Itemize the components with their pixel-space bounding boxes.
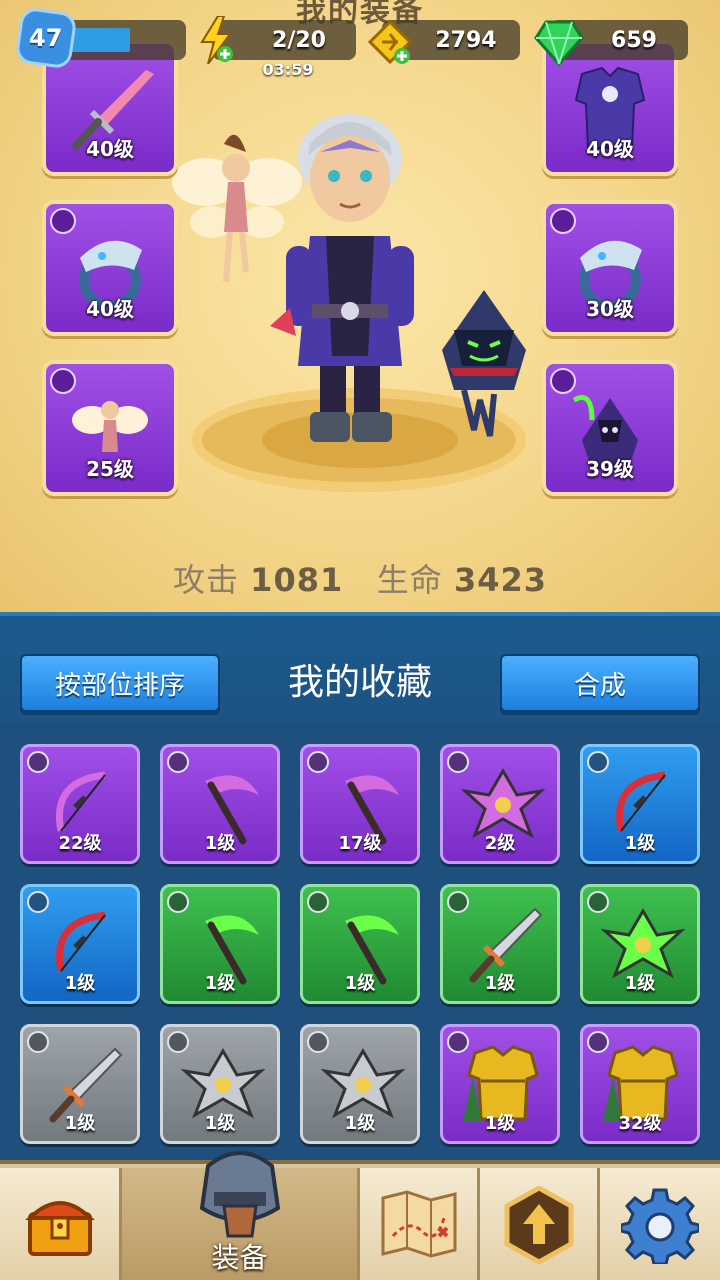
gold-add-icon[interactable] <box>366 18 414 66</box>
armor-nav-icon <box>199 1151 280 1238</box>
item-level: 1级 <box>484 1113 516 1134</box>
item-level: 32级 <box>618 1113 662 1134</box>
fairy-pet <box>172 134 302 283</box>
hero-stats: 攻击 1081 生命 3423 <box>0 555 720 601</box>
merge-button[interactable]: 合成 <box>500 654 700 712</box>
item-level: 1级 <box>204 833 236 854</box>
gear-icon <box>621 1188 699 1264</box>
item-level: 1级 <box>204 1113 236 1134</box>
hp-value: 3423 <box>453 561 547 599</box>
energy-timer: 03:59 <box>262 60 314 79</box>
nav-chest-button[interactable] <box>0 1168 122 1280</box>
map-icon <box>381 1190 456 1258</box>
attack-label: 攻击 <box>172 561 239 599</box>
inventory-item[interactable]: 1级 <box>160 1024 280 1144</box>
inventory-item[interactable]: 1级 <box>300 1024 420 1144</box>
collection-header: 按部位排序 我的收藏 合成 <box>0 612 720 724</box>
inventory-item[interactable]: 2级 <box>440 744 560 864</box>
inventory-item[interactable]: 1级 <box>160 744 280 864</box>
inventory-item[interactable]: 1级 <box>20 1024 140 1144</box>
slot-level: 40级 <box>86 297 134 321</box>
inventory-item[interactable]: 17级 <box>300 744 420 864</box>
nav-equip-label: 装备 <box>211 1241 268 1274</box>
equip-slot-pet-right[interactable]: 39级 <box>542 360 678 496</box>
nav-upgrade-button[interactable] <box>480 1168 600 1280</box>
player-level-badge[interactable]: 47 <box>14 6 78 70</box>
item-level: 1级 <box>624 973 656 994</box>
inventory-item[interactable]: 32级 <box>580 1024 700 1144</box>
item-level: 2级 <box>484 833 516 854</box>
item-level: 1级 <box>344 973 376 994</box>
sort-by-slot-button[interactable]: 按部位排序 <box>20 654 220 712</box>
item-level: 17级 <box>338 833 382 854</box>
gem-add-icon[interactable] <box>534 18 584 66</box>
xp-bar-fill <box>70 28 130 52</box>
equipment-panel: 我的装备 40级 40级 40级 30级 25级 39级 47 2/20 03:… <box>0 0 720 612</box>
nav-map-button[interactable] <box>360 1168 480 1280</box>
item-level: 1级 <box>484 973 516 994</box>
item-level: 1级 <box>624 833 656 854</box>
inventory-item[interactable]: 1级 <box>300 884 420 1004</box>
inventory-item[interactable]: 1级 <box>580 884 700 1004</box>
ghost-pet <box>442 290 526 437</box>
item-level: 22级 <box>58 833 102 854</box>
equip-slot-ring-right[interactable]: 30级 <box>542 200 678 336</box>
inventory-item[interactable]: 1级 <box>580 744 700 864</box>
item-level: 1级 <box>204 973 236 994</box>
inventory-grid: 22级 1级 17级 2级 1级 1级 1级 1级 1级 1级 1级 1级 1级 1级 32级 <box>0 724 720 1160</box>
item-level: 1级 <box>344 1113 376 1134</box>
treasure-chest-icon <box>24 1201 95 1256</box>
nav-equip-button[interactable]: 装备 <box>122 1151 360 1280</box>
inventory-item[interactable]: 1级 <box>20 884 140 1004</box>
hp-label: 生命 <box>376 561 443 599</box>
slot-level: 40级 <box>586 137 634 161</box>
collection-title: 我的收藏 <box>287 662 432 703</box>
equip-slot-pet-left[interactable]: 25级 <box>42 360 178 496</box>
attack-value: 1081 <box>250 561 344 599</box>
equip-slot-ring-left[interactable]: 40级 <box>42 200 178 336</box>
item-level: 1级 <box>64 1113 96 1134</box>
slot-level: 25级 <box>86 457 134 481</box>
slot-level: 39级 <box>586 457 634 481</box>
bottom-navigation: 装备 <box>0 1151 720 1280</box>
nav-settings-button[interactable] <box>600 1168 720 1280</box>
item-level: 1级 <box>64 973 96 994</box>
inventory-item[interactable]: 1级 <box>440 884 560 1004</box>
inventory-item[interactable]: 1级 <box>440 1024 560 1144</box>
slot-level: 40级 <box>86 137 134 161</box>
upgrade-arrow-icon <box>504 1186 573 1264</box>
inventory-item[interactable]: 22级 <box>20 744 140 864</box>
energy-add-icon[interactable] <box>198 16 234 64</box>
inventory-item[interactable]: 1级 <box>160 884 280 1004</box>
slot-level: 30级 <box>586 297 634 321</box>
